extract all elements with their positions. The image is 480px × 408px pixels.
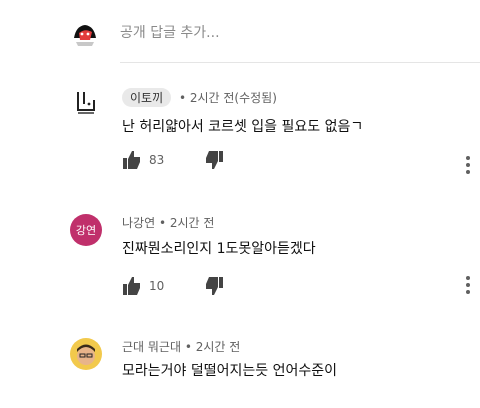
avatar: 강연 xyxy=(70,214,102,246)
more-options-icon[interactable] xyxy=(464,156,472,176)
thumbs-down-icon[interactable] xyxy=(204,276,224,296)
author-name[interactable]: 이토끼 xyxy=(122,88,172,107)
comment-meta: 나강연 • 2시간 전 xyxy=(122,214,214,231)
timestamp[interactable]: • 2시간 전 xyxy=(185,340,240,354)
author-name[interactable]: 근대 뭐근대 xyxy=(122,340,181,354)
thumbs-down-icon[interactable] xyxy=(204,150,224,170)
timestamp[interactable]: • 2시간 전 xyxy=(159,216,214,230)
like-count: 10 xyxy=(149,279,165,293)
timestamp[interactable]: • 2시간 전(수정됨) xyxy=(179,91,277,105)
comment-text: 모라는거야 덜떨어지는듯 언어수준이 xyxy=(122,363,337,379)
thumbs-up-icon[interactable] xyxy=(122,150,142,170)
more-options-icon[interactable] xyxy=(464,276,472,296)
comment-meta: 근대 뭐근대 • 2시간 전 xyxy=(122,338,240,355)
avatar-initials: 강연 xyxy=(75,224,97,237)
avatar xyxy=(70,86,102,118)
comment-text: 진짜뭔소리인지 1도못알아듣겠다 xyxy=(122,241,316,257)
author-name[interactable]: 나강연 xyxy=(122,216,155,230)
thumbs-up-icon[interactable] xyxy=(122,276,142,296)
comment-text: 난 허리얇아서 코르셋 입을 필요도 없음ㄱ xyxy=(122,119,364,135)
my-avatar xyxy=(70,18,100,48)
like-count: 83 xyxy=(149,153,165,167)
comment-meta: 이토끼 • 2시간 전(수정됨) xyxy=(122,88,277,107)
reply-input[interactable]: 공개 답글 추가... xyxy=(120,22,220,42)
reply-box: 공개 답글 추가... xyxy=(0,0,480,64)
avatar xyxy=(70,338,102,370)
reply-underline xyxy=(120,62,480,63)
